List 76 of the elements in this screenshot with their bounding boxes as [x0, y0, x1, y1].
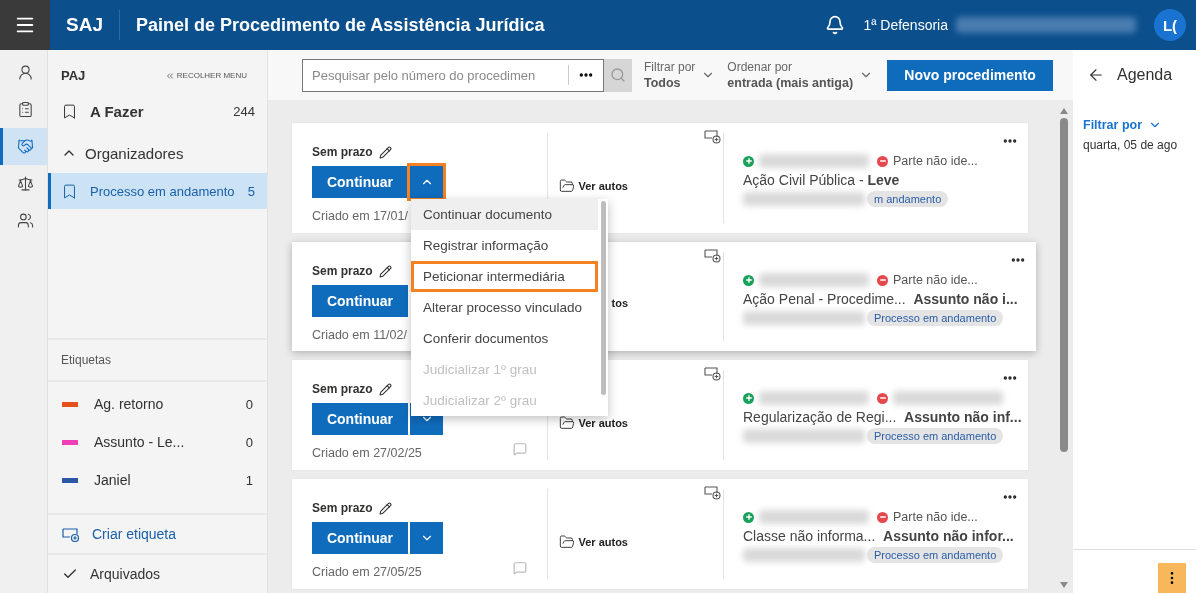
sidebar-item[interactable]: A Fazer 244 — [48, 93, 267, 129]
pencil-icon[interactable] — [378, 264, 392, 278]
continue-button[interactable]: Continuar — [312, 285, 408, 317]
pencil-icon[interactable] — [378, 145, 392, 159]
menu-item[interactable]: Conferir documentos — [411, 323, 598, 354]
label-item[interactable]: Janiel 1 — [48, 461, 267, 499]
menu-item[interactable]: Continuar documento — [411, 199, 598, 230]
case-title: Classe não informa... Assunto não infor... — [743, 528, 1015, 544]
add-screen-icon[interactable] — [704, 130, 722, 144]
party-name: Parte não ide... — [893, 510, 978, 524]
collapse-menu-button[interactable]: RECOLHER MENU — [164, 70, 247, 81]
deadline-label: Sem prazo — [312, 501, 373, 515]
bookmark-icon — [61, 182, 78, 200]
search-icon — [610, 67, 626, 83]
create-label-link[interactable]: Criar etiqueta — [48, 513, 267, 553]
sort-dropdown[interactable]: Ordenar por entrada (mais antiga) — [727, 59, 874, 91]
deadline-label: Sem prazo — [312, 264, 373, 278]
add-screen-icon[interactable] — [704, 367, 722, 381]
created-date: Criado em 11/02/ — [312, 328, 407, 342]
party-name: Parte não ide... — [893, 154, 978, 168]
app-logo: SAJ — [50, 10, 120, 40]
bookmark-icon — [61, 102, 78, 120]
people-icon — [16, 212, 34, 229]
add-screen-icon[interactable] — [704, 486, 722, 500]
organizers-toggle[interactable]: Organizadores — [48, 133, 267, 173]
scrollbar-thumb[interactable] — [601, 201, 606, 395]
case-files-link[interactable]: Ver autos — [559, 178, 628, 194]
add-label-icon — [62, 526, 80, 542]
case-files-link[interactable]: tos — [611, 297, 628, 309]
deadline-label: Sem prazo — [312, 145, 373, 159]
continue-button[interactable]: Continuar — [312, 166, 408, 198]
search-box[interactable]: Pesquisar pelo número do procedimen — [302, 58, 604, 92]
add-screen-icon[interactable] — [704, 249, 722, 263]
created-date: Criado em 27/02/25 — [312, 446, 422, 460]
person-icon — [16, 64, 34, 81]
case-title: Regularização de Regi... Assunto não inf... — [743, 409, 1023, 425]
case-title: Ação Penal - Procedime... Assunto não i... — [743, 291, 1019, 307]
case-title: Ação Civil Pública - Leve — [743, 172, 901, 188]
label-item[interactable]: Assunto - Le... 0 — [48, 423, 267, 461]
case-files-link[interactable]: Ver autos — [559, 534, 628, 550]
sidebar-item[interactable]: Processo em andamento 5 — [48, 173, 267, 209]
created-date: Criado em 17/01/ — [312, 209, 408, 223]
continue-button[interactable]: Continuar — [312, 403, 408, 435]
archived-link[interactable]: Arquivados — [48, 553, 267, 593]
user-avatar[interactable]: L( — [1154, 9, 1186, 41]
labels-heading: Etiquetas — [48, 338, 267, 382]
menu-item[interactable]: Alterar processo vinculado — [411, 292, 598, 323]
continue-button[interactable]: Continuar — [312, 522, 408, 554]
unit-name: 1ª Defensoria — [863, 17, 948, 33]
section-title: PAJ — [61, 68, 86, 83]
case-files-link[interactable]: Ver autos — [559, 415, 628, 431]
page-title: Painel de Procedimento de Assistência Jurídica — [135, 14, 546, 36]
menu-button[interactable] — [0, 0, 50, 50]
nav-button[interactable] — [0, 128, 47, 165]
party-name: Parte não ide... — [893, 273, 978, 287]
scale-icon — [16, 175, 34, 192]
agenda-title: Agenda — [1117, 66, 1173, 84]
clipboard-icon — [16, 101, 34, 118]
menu-item[interactable]: Peticionar intermediária — [411, 261, 598, 292]
filter-dropdown[interactable]: Filtrar por Todos — [644, 59, 716, 91]
deadline-label: Sem prazo — [312, 382, 373, 396]
agenda-date: quarta, 05 de ago — [1083, 138, 1179, 152]
agenda-filter-dropdown[interactable]: Filtrar por — [1083, 118, 1196, 132]
status-tag: Processo em andamento — [867, 547, 1004, 563]
handshake-icon — [16, 138, 34, 155]
created-date: Criado em 27/05/25 — [312, 565, 422, 579]
pencil-icon[interactable] — [378, 382, 392, 396]
label-item[interactable]: Ag. retorno 0 — [48, 385, 267, 423]
pencil-icon[interactable] — [378, 501, 392, 515]
notification-bell-icon[interactable] — [825, 15, 846, 35]
status-tag: Processo em andamento — [867, 428, 1004, 444]
status-tag: Processo em andamento — [867, 310, 1004, 326]
double-chevron-icon — [164, 70, 175, 81]
status-tag: m andamento — [867, 191, 949, 207]
menu-item[interactable]: Registrar informação — [411, 230, 598, 261]
new-procedure-button[interactable]: Novo procedimento — [887, 59, 1054, 91]
